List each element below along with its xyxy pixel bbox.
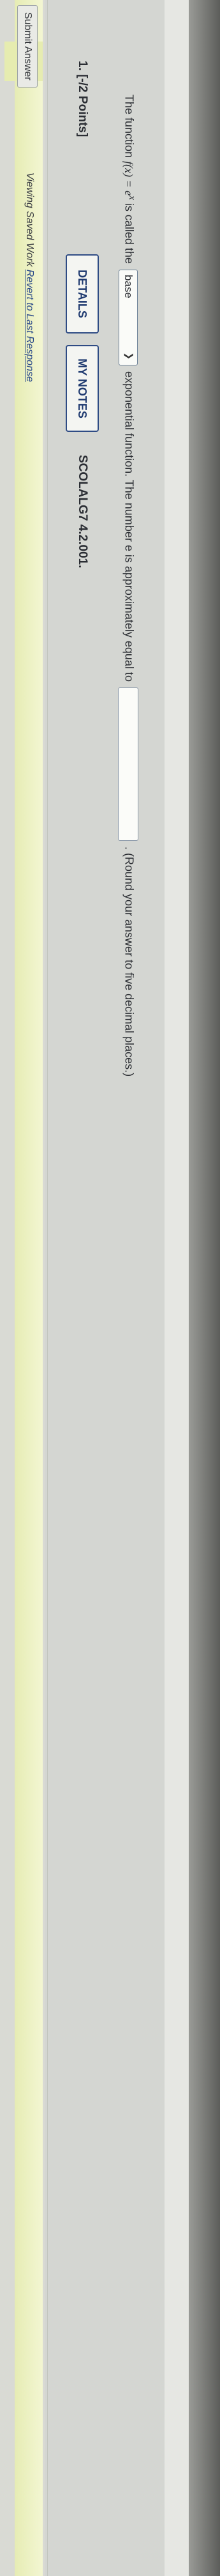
saved-work-status: Viewing Saved Work Revert to Last Respon… — [24, 172, 35, 382]
details-button[interactable]: DETAILS — [66, 254, 99, 334]
question-points: [-/2 Points] — [76, 74, 89, 137]
submit-answer-button[interactable]: Submit Answer — [17, 5, 38, 88]
function-exponent: x — [127, 195, 138, 200]
function-text: f(x) = e — [122, 161, 136, 196]
my-notes-button[interactable]: MY NOTES — [66, 345, 99, 432]
prompt-part4: . (Round your answer to five decimal pla… — [122, 846, 136, 1077]
revert-link[interactable]: Revert to Last Response — [24, 270, 35, 382]
question-panel: 1. [-/2 Points] DETAILS MY NOTES SCOLALG… — [0, 0, 220, 2576]
answer-input[interactable] — [118, 687, 138, 841]
question-index: 1. — [76, 61, 89, 71]
answer-highlight-band — [15, 0, 43, 2576]
viewing-label: Viewing Saved Work — [24, 172, 35, 267]
prompt-part1: The function — [122, 95, 136, 158]
question-text: The function f(x) = ex is called the bas… — [118, 95, 138, 1077]
prompt-part2: is called the — [122, 203, 136, 264]
function-expression: f(x) = ex — [122, 161, 138, 200]
divider — [47, 0, 48, 2576]
chevron-down-icon: ❯ — [124, 352, 135, 360]
function-type-select[interactable]: base ❯ — [119, 269, 138, 365]
question-number: 1. [-/2 Points] — [75, 61, 89, 137]
select-value: base — [122, 274, 135, 298]
prompt-part3: exponential function. The number e is ap… — [122, 371, 136, 682]
question-code: SCOLALG7 4.2.001. — [76, 455, 89, 569]
